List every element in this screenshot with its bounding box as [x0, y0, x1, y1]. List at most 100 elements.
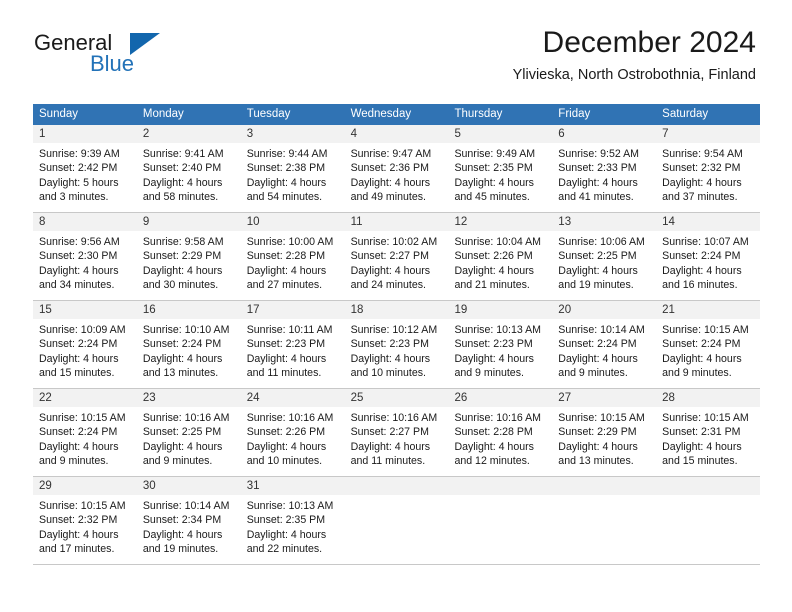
- calendar-day-cell[interactable]: 12 Sunrise: 10:04 AM Sunset: 2:26 PM Daylig…: [448, 213, 553, 300]
- sunrise-text: Sunrise: 10:14 AM: [142, 500, 230, 512]
- brand-name-blue: Blue: [90, 51, 135, 76]
- sunrise-text: Sunrise: 10:11 AM: [246, 324, 333, 336]
- sunrise-text: Sunrise: 10:15 AM: [662, 412, 749, 424]
- daylight-text-line2: and 19 minutes.: [558, 279, 634, 292]
- calendar-day-cell[interactable]: 6 Sunrise: 9:52 AM Sunset: 2:33 PM Daylight…: [552, 125, 657, 212]
- calendar-day-cell-empty: [448, 477, 553, 564]
- sunrise-text: Sunrise: 10:15 AM: [39, 412, 126, 424]
- sunset-text: Sunset: 2:25 PM: [558, 250, 637, 263]
- sunset-text: Sunset: 2:23 PM: [454, 338, 533, 351]
- weekday-header-row: Sunday Monday Tuesday Wednesday Thursday…: [33, 104, 760, 125]
- calendar-day-cell[interactable]: 16 Sunrise: 10:10 AM Sunset: 2:24 PM Daylig…: [136, 301, 241, 388]
- calendar-day-cell[interactable]: 8 Sunrise: 9:56 AM Sunset: 2:30 PM Daylight…: [33, 213, 137, 300]
- calendar-day-cell[interactable]: 2 Sunrise: 9:41 AM Sunset: 2:40 PM Daylight…: [136, 125, 241, 212]
- calendar-day-cell[interactable]: 19 Sunrise: 10:13 AM Sunset: 2:23 PM Daylig…: [448, 301, 553, 388]
- weekday-header-saturday: Saturday: [662, 108, 709, 120]
- sunrise-text: Sunrise: 10:09 AM: [39, 324, 126, 336]
- day-details: Sunrise: 9:56 AM Sunset: 2:30 PM Daylight:…: [33, 231, 137, 299]
- daylight-text-line2: and 3 minutes.: [39, 191, 109, 204]
- sunrise-text: Sunrise: 9:44 AM: [246, 148, 328, 160]
- daylight-text-line1: Daylight: 4 hours: [39, 264, 119, 277]
- daylight-text-line2: and 9 minutes.: [142, 455, 213, 468]
- calendar-day-cell[interactable]: 18 Sunrise: 10:12 AM Sunset: 2:23 PM Daylig…: [344, 301, 449, 388]
- daylight-text-line1: Daylight: 4 hours: [662, 440, 742, 453]
- daylight-text-line1: Daylight: 4 hours: [350, 264, 431, 277]
- sunset-text: Sunset: 2:31 PM: [662, 426, 741, 439]
- calendar-day-cell[interactable]: 3 Sunrise: 9:44 AM Sunset: 2:38 PM Daylight…: [240, 125, 345, 212]
- daylight-text-line2: and 12 minutes.: [454, 455, 530, 468]
- day-details: Sunrise: 10:09 AM Sunset: 2:24 PM Daylight…: [33, 319, 137, 387]
- day-details: Sunrise: 10:15 AM Sunset: 2:32 PM Daylight…: [33, 495, 137, 563]
- calendar-day-cell[interactable]: 31 Sunrise: 10:13 AM Sunset: 2:35 PM Daylig…: [240, 477, 345, 564]
- daylight-text-line1: Daylight: 4 hours: [662, 264, 742, 277]
- day-number: 24: [240, 389, 345, 407]
- daylight-text-line1: Daylight: 4 hours: [246, 352, 327, 365]
- daylight-text-line1: Daylight: 5 hours: [39, 176, 119, 189]
- calendar-grid: Sunday Monday Tuesday Wednesday Thursday…: [33, 104, 761, 565]
- calendar-day-cell-empty: [344, 477, 449, 564]
- sunset-text: Sunset: 2:33 PM: [558, 162, 637, 175]
- day-details: Sunrise: 10:16 AM Sunset: 2:27 PM Daylight…: [345, 407, 449, 475]
- calendar-day-cell[interactable]: 28 Sunrise: 10:15 AM Sunset: 2:31 PM Daylig…: [656, 389, 761, 476]
- day-number: 16: [136, 301, 241, 319]
- calendar-day-cell[interactable]: 21 Sunrise: 10:15 AM Sunset: 2:24 PM Daylig…: [656, 301, 761, 388]
- brand-triangle-icon: [130, 33, 160, 55]
- sunrise-text: Sunrise: 10:04 AM: [454, 236, 542, 248]
- calendar-day-cell[interactable]: 26 Sunrise: 10:16 AM Sunset: 2:28 PM Daylig…: [448, 389, 553, 476]
- sunrise-text: Sunrise: 9:49 AM: [454, 148, 536, 160]
- sunset-text: Sunset: 2:32 PM: [39, 514, 118, 527]
- day-number: 8: [33, 213, 137, 231]
- calendar-day-cell[interactable]: 11 Sunrise: 10:02 AM Sunset: 2:27 PM Daylig…: [344, 213, 449, 300]
- day-number: 2: [136, 125, 241, 143]
- sunrise-text: Sunrise: 9:58 AM: [142, 236, 224, 248]
- calendar-day-cell[interactable]: 20 Sunrise: 10:14 AM Sunset: 2:24 PM Daylig…: [552, 301, 657, 388]
- calendar-day-cell[interactable]: 24 Sunrise: 10:16 AM Sunset: 2:26 PM Daylig…: [240, 389, 345, 476]
- calendar-day-cell[interactable]: 30 Sunrise: 10:14 AM Sunset: 2:34 PM Daylig…: [136, 477, 241, 564]
- calendar-day-cell[interactable]: 22 Sunrise: 10:15 AM Sunset: 2:24 PM Daylig…: [33, 389, 137, 476]
- brand-logo[interactable]: General Blue: [34, 30, 214, 76]
- daylight-text-line1: Daylight: 4 hours: [246, 528, 327, 541]
- day-number: 5: [448, 125, 553, 143]
- calendar-day-cell[interactable]: 5 Sunrise: 9:49 AM Sunset: 2:35 PM Daylight…: [448, 125, 553, 212]
- daylight-text-line2: and 9 minutes.: [454, 367, 524, 380]
- day-details: Sunrise: 10:15 AM Sunset: 2:24 PM Daylight…: [656, 319, 760, 387]
- day-details: Sunrise: 10:15 AM Sunset: 2:31 PM Daylight…: [656, 407, 760, 475]
- calendar-day-cell[interactable]: 7 Sunrise: 9:54 AM Sunset: 2:32 PM Daylight…: [656, 125, 761, 212]
- sunset-text: Sunset: 2:23 PM: [246, 338, 326, 351]
- day-number: 9: [136, 213, 241, 231]
- day-number: 31: [240, 477, 345, 495]
- daylight-text-line1: Daylight: 4 hours: [454, 440, 534, 453]
- calendar-day-cell-empty: [552, 477, 657, 564]
- calendar-day-cell[interactable]: 1 Sunrise: 9:39 AM Sunset: 2:42 PM Daylight…: [33, 125, 137, 212]
- daylight-text-line1: Daylight: 4 hours: [142, 528, 223, 541]
- calendar-day-cell[interactable]: 27 Sunrise: 10:15 AM Sunset: 2:29 PM Daylig…: [552, 389, 657, 476]
- calendar-day-cell[interactable]: 4 Sunrise: 9:47 AM Sunset: 2:36 PM Daylight…: [344, 125, 449, 212]
- calendar-week-row: 22 Sunrise: 10:15 AM Sunset: 2:24 PM Daylig…: [33, 389, 761, 477]
- calendar-day-cell[interactable]: 25 Sunrise: 10:16 AM Sunset: 2:27 PM Daylig…: [344, 389, 449, 476]
- sunset-text: Sunset: 2:24 PM: [39, 338, 118, 351]
- daylight-text-line2: and 49 minutes.: [350, 191, 426, 204]
- calendar-day-cell[interactable]: 14 Sunrise: 10:07 AM Sunset: 2:24 PM Daylig…: [656, 213, 761, 300]
- daylight-text-line2: and 54 minutes.: [246, 191, 323, 204]
- sunset-text: Sunset: 2:29 PM: [142, 250, 222, 263]
- calendar-day-cell[interactable]: 9 Sunrise: 9:58 AM Sunset: 2:29 PM Daylight…: [136, 213, 241, 300]
- day-number: 10: [240, 213, 345, 231]
- daylight-text-line1: Daylight: 4 hours: [558, 440, 638, 453]
- sunset-text: Sunset: 2:23 PM: [350, 338, 429, 351]
- day-details: Sunrise: 10:04 AM Sunset: 2:26 PM Daylight…: [448, 231, 552, 299]
- daylight-text-line2: and 11 minutes.: [350, 455, 426, 468]
- daylight-text-line2: and 16 minutes.: [662, 279, 738, 292]
- calendar-day-cell[interactable]: 17 Sunrise: 10:11 AM Sunset: 2:23 PM Daylig…: [240, 301, 345, 388]
- day-details: Sunrise: 9:39 AM Sunset: 2:42 PM Daylight:…: [33, 143, 137, 211]
- sunrise-text: Sunrise: 10:16 AM: [454, 412, 542, 424]
- daylight-text-line2: and 34 minutes.: [39, 279, 115, 292]
- calendar-day-cell[interactable]: 23 Sunrise: 10:16 AM Sunset: 2:25 PM Daylig…: [136, 389, 241, 476]
- sunset-text: Sunset: 2:24 PM: [662, 250, 741, 263]
- day-number: 27: [552, 389, 657, 407]
- calendar-week-row: 29 Sunrise: 10:15 AM Sunset: 2:32 PM Daylig…: [33, 477, 761, 565]
- calendar-day-cell[interactable]: 29 Sunrise: 10:15 AM Sunset: 2:32 PM Daylig…: [33, 477, 137, 564]
- calendar-day-cell[interactable]: 13 Sunrise: 10:06 AM Sunset: 2:25 PM Daylig…: [552, 213, 657, 300]
- calendar-day-cell[interactable]: 15 Sunrise: 10:09 AM Sunset: 2:24 PM Daylig…: [33, 301, 137, 388]
- calendar-week-row: 1 Sunrise: 9:39 AM Sunset: 2:42 PM Daylight…: [33, 125, 761, 213]
- calendar-day-cell[interactable]: 10 Sunrise: 10:00 AM Sunset: 2:28 PM Daylig…: [240, 213, 345, 300]
